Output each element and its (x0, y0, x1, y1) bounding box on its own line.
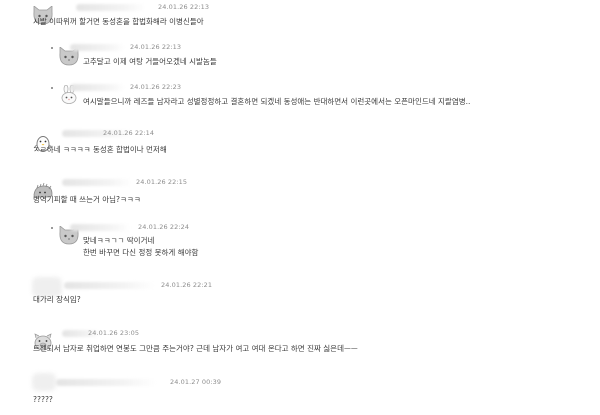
comment-text: 트젠되서 남자로 취업하면 연봉도 그만큼 주는거야? 근데 남자가 여고 여대… (33, 344, 358, 353)
nickname-blurred (70, 84, 125, 91)
comment-text: ????? (33, 395, 53, 404)
nickname-blurred (64, 282, 154, 289)
nickname-blurred (70, 224, 130, 231)
comment-text: ㅈㄹ하네 ㅋㅋㅋㅋ 동성혼 합법이나 먼저해 (33, 145, 167, 154)
comment-date: 24.01.26 22:24 (138, 223, 190, 231)
comment-text: 한번 바꾸면 다신 정정 못하게 해야함 (83, 248, 199, 257)
blurred-avatar-area (32, 373, 56, 391)
comment-date: 24.01.26 22:23 (130, 83, 182, 91)
comment-text: 고추달고 이제 여탕 거들어오겠네 시발놈들 (83, 57, 217, 66)
comment-text: 여시말들으니까 레즈들 남자라고 성별정정하고 결혼하면 되겠네 동성애는 반대… (83, 97, 471, 106)
comment-date: 24.01.27 00:39 (170, 378, 222, 386)
nickname-blurred (76, 4, 146, 11)
comment-text: 대가리 장식임? (33, 295, 81, 304)
comment-date: 24.01.26 22:13 (158, 3, 210, 11)
reply-marker (51, 87, 53, 89)
comment-date: 24.01.26 22:21 (161, 281, 213, 289)
nickname-blurred (56, 379, 156, 386)
nickname-blurred (70, 44, 125, 51)
nickname-blurred (62, 179, 132, 186)
comment-date: 24.01.26 22:13 (130, 43, 182, 51)
reply-marker (51, 227, 53, 229)
comment-date: 24.01.26 22:15 (136, 178, 188, 186)
comment-text: 맞네ㅋㅋㄱㄱ 딱이거네 (83, 236, 155, 245)
comment-text: 병역기피할 때 쓰는거 아님?ㅋㅋㅋ (33, 195, 141, 204)
comment-thread: 24.01.26 22:13 시발 이따위꺼 할거면 동성혼을 합법화해라 이병… (0, 0, 600, 415)
comment-date: 24.01.26 22:14 (103, 129, 155, 137)
reply-marker (51, 47, 53, 49)
comment-date: 24.01.26 23:05 (88, 329, 140, 337)
comment-text: 시발 이따위꺼 할거면 동성혼을 합법화해라 이병신들아 (33, 17, 204, 26)
